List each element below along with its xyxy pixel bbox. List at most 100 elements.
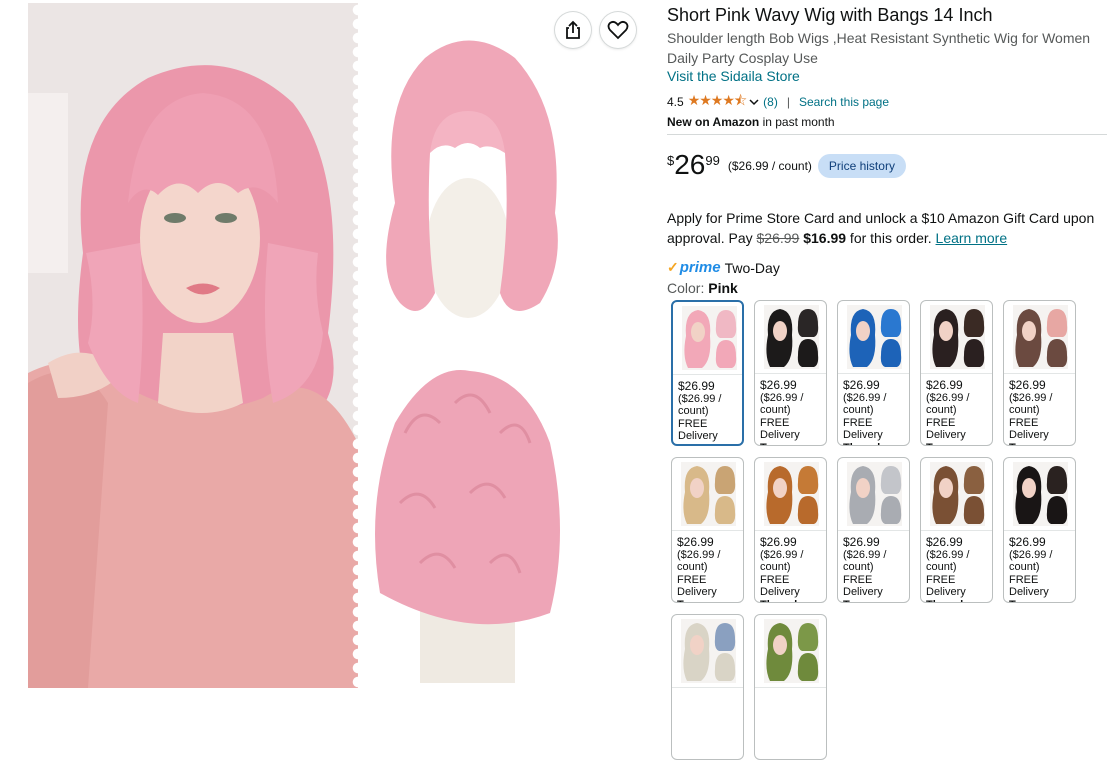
swatch-delivery-day: Thursday — [843, 442, 909, 446]
swatch-thumbnail — [930, 462, 985, 526]
divider — [667, 134, 1107, 135]
swatch-price: $26.99 — [760, 378, 797, 392]
swatch-unit-price: ($26.99 / count) — [760, 548, 804, 574]
share-icon — [566, 20, 580, 39]
swatch-thumbnail — [764, 619, 819, 683]
color-swatch[interactable]: $26.99($26.99 / count)FREE DeliveryTomor… — [1003, 457, 1076, 603]
product-title: Short Pink Wavy Wig with Bangs 14 Inch — [667, 5, 993, 25]
price-fraction: 99 — [705, 153, 720, 168]
swatch-price: $26.99 — [926, 535, 963, 549]
color-value: Pink — [708, 280, 738, 296]
swatch-thumbnail — [847, 462, 902, 526]
swatch-shipping: FREE Delivery — [843, 573, 883, 599]
new-badge: New on Amazon in past month — [667, 115, 835, 129]
color-swatch[interactable]: $26.99($26.99 / count)FREE DeliveryThurs… — [671, 300, 744, 446]
swatch-price: $26.99 — [1009, 378, 1046, 392]
prime-check-icon: ✓ — [667, 259, 679, 275]
swatch-shipping: FREE Delivery — [843, 416, 883, 442]
learn-more-link[interactable]: Learn more — [936, 230, 1008, 246]
color-swatch[interactable]: $26.99($26.99 / count)FREE DeliveryTomor… — [754, 300, 827, 446]
swatch-delivery-day: Tomorrow — [843, 599, 909, 603]
swatch-thumbnail — [930, 305, 985, 369]
swatch-delivery-day: Tomorrow — [677, 599, 743, 603]
color-swatch[interactable]: $26.99($26.99 / count)FREE DeliveryTomor… — [920, 300, 993, 446]
price-block: $ 26 99 ($26.99 / count) Price history — [667, 150, 906, 180]
share-button[interactable] — [555, 12, 591, 48]
swatch-price: $26.99 — [1009, 535, 1046, 549]
prime-speed: Two-Day — [724, 259, 780, 276]
price-per-unit: ($26.99 / count) — [727, 159, 812, 173]
swatch-shipping: FREE Delivery — [760, 573, 800, 599]
promo-text-2: for this order. — [846, 230, 936, 246]
color-swatch[interactable]: $26.99($26.99 / count)FREE DeliveryThurs… — [754, 457, 827, 603]
swatch-thumbnail — [682, 306, 737, 370]
swatch-unit-price: ($26.99 / count) — [677, 548, 721, 574]
swatch-thumbnail — [681, 462, 736, 526]
rating-count-link[interactable]: (8) — [763, 95, 778, 109]
star-rating-icon[interactable]: ★★★★⯪ — [688, 90, 747, 114]
wishlist-button[interactable] — [600, 12, 636, 48]
price-history-button[interactable]: Price history — [817, 154, 906, 178]
swatch-shipping: FREE Delivery — [760, 416, 800, 442]
swatch-delivery-day: Tomorrow — [1009, 442, 1075, 446]
swatch-unit-price: ($26.99 / count) — [760, 391, 804, 417]
color-swatch[interactable]: $26.99($26.99 / count)FREE DeliveryTomor… — [837, 457, 910, 603]
swatch-shipping: FREE Delivery — [926, 573, 966, 599]
model-photo — [28, 3, 358, 688]
color-swatch[interactable]: $26.99($26.99 / count)FREE DeliveryTomor… — [1003, 300, 1076, 446]
swatch-shipping: FREE Delivery — [1009, 573, 1049, 599]
price-currency: $ — [667, 153, 675, 168]
color-swatch[interactable] — [671, 614, 744, 760]
swatch-delivery-day: Tomorrow — [1009, 599, 1075, 603]
alt-product-image[interactable] — [360, 3, 600, 688]
product-subtitle: Shoulder length Bob Wigs ,Heat Resistant… — [667, 30, 1091, 66]
swatch-delivery-day: Tomorrow — [926, 442, 992, 446]
rating-row: 4.5 ★★★★⯪ (8) | Search this page — [667, 90, 889, 114]
swatch-unit-price: ($26.99 / count) — [926, 391, 970, 417]
separator: | — [786, 95, 790, 109]
swatch-thumbnail — [1013, 305, 1068, 369]
swatch-shipping: FREE Delivery — [678, 417, 718, 443]
swatch-thumbnail — [1013, 462, 1068, 526]
new-badge-bold: New on Amazon — [667, 115, 760, 129]
swatch-thumbnail — [681, 619, 736, 683]
promo-old-price: $26.99 — [756, 230, 800, 246]
store-link[interactable]: Visit the Sidaila Store — [667, 68, 800, 84]
swatch-delivery-day: Thursday — [678, 443, 742, 445]
color-swatch[interactable]: $26.99($26.99 / count)FREE DeliveryThurs… — [920, 457, 993, 603]
swatch-shipping: FREE Delivery — [1009, 416, 1049, 442]
main-product-image[interactable] — [28, 3, 358, 688]
new-badge-rest: in past month — [759, 115, 835, 129]
swatch-thumbnail — [847, 305, 902, 369]
swatch-unit-price: ($26.99 / count) — [1009, 548, 1053, 574]
color-selection: Color: Pink — [667, 280, 738, 296]
swatch-price: $26.99 — [843, 378, 880, 392]
swatch-thumbnail — [764, 462, 819, 526]
swatch-price: $26.99 — [760, 535, 797, 549]
color-swatch[interactable] — [754, 614, 827, 760]
swatch-thumbnail — [764, 305, 819, 369]
promo-new-price: $16.99 — [803, 230, 847, 246]
mannequin-views — [375, 40, 560, 683]
swatch-unit-price: ($26.99 / count) — [843, 391, 887, 417]
swatch-price: $26.99 — [678, 379, 715, 393]
swatch-price: $26.99 — [677, 535, 714, 549]
color-swatch[interactable]: $26.99($26.99 / count)FREE DeliveryThurs… — [837, 300, 910, 446]
color-swatch[interactable]: $26.99($26.99 / count)FREE DeliveryTomor… — [671, 457, 744, 603]
swatch-unit-price: ($26.99 / count) — [843, 548, 887, 574]
swatch-delivery-day: Tomorrow — [760, 442, 826, 446]
swatch-shipping: FREE Delivery — [677, 573, 717, 599]
swatch-unit-price: ($26.99 / count) — [926, 548, 970, 574]
swatch-price: $26.99 — [843, 535, 880, 549]
rating-value: 4.5 — [667, 95, 684, 109]
swatch-delivery-day: Thursday — [760, 599, 826, 603]
chevron-down-icon[interactable] — [749, 98, 759, 106]
store-card-promo: Apply for Prime Store Card and unlock a … — [667, 208, 1112, 248]
swatch-delivery-day: Thursday — [926, 599, 992, 603]
swatch-unit-price: ($26.99 / count) — [678, 392, 722, 418]
heart-icon — [607, 20, 629, 40]
swatch-price: $26.99 — [926, 378, 963, 392]
swatch-unit-price: ($26.99 / count) — [1009, 391, 1053, 417]
color-label: Color: — [667, 280, 709, 296]
search-page-link[interactable]: Search this page — [799, 95, 889, 109]
